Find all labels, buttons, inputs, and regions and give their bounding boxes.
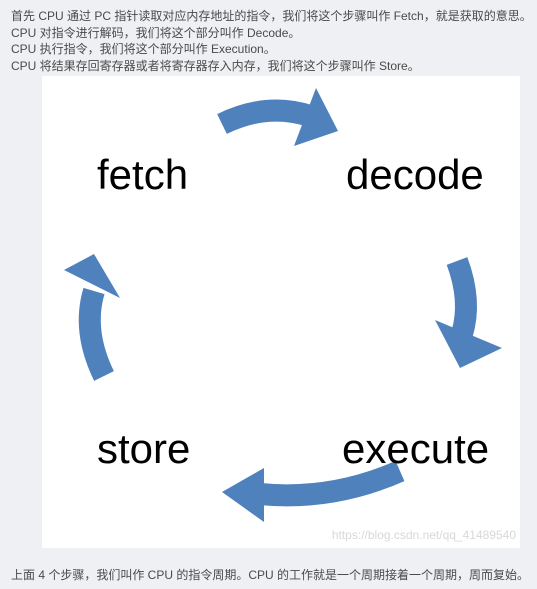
stage-execute: execute bbox=[342, 425, 490, 472]
instruction-cycle-figure: fetch decode execute store https://blog.… bbox=[42, 76, 520, 548]
arrow-decode-to-execute bbox=[446, 257, 477, 338]
footer-text: 上面 4 个步骤，我们叫作 CPU 的指令周期。CPU 的工作就是一个周期接着一… bbox=[11, 568, 530, 582]
stage-fetch: fetch bbox=[97, 151, 189, 198]
intro-line: CPU 执行指令，我们将这个部分叫作 Execution。 bbox=[11, 42, 276, 56]
intro-paragraph: 首先 CPU 通过 PC 指针读取对应内存地址的指令，我们将这个步骤叫作 Fet… bbox=[11, 8, 532, 74]
arrowhead-left bbox=[222, 468, 264, 522]
intro-line: CPU 将结果存回寄存器或者将寄存器存入内存，我们将这个步骤叫作 Store。 bbox=[11, 58, 420, 73]
intro-line: CPU 对指令进行解码，我们将这个部分叫作 Decode。 bbox=[11, 25, 301, 40]
arrow-fetch-to-decode bbox=[217, 99, 314, 134]
arrow-store-to-fetch bbox=[78, 287, 114, 381]
intro-line: 首先 CPU 通过 PC 指针读取对应内存地址的指令，我们将这个步骤叫作 Fet… bbox=[11, 9, 532, 23]
watermark: https://blog.csdn.net/qq_41489540 bbox=[331, 528, 516, 542]
arrow-execute-to-store bbox=[258, 460, 405, 507]
cycle-arrows bbox=[64, 88, 502, 522]
stage-store: store bbox=[97, 425, 191, 472]
stage-decode: decode bbox=[346, 151, 484, 198]
